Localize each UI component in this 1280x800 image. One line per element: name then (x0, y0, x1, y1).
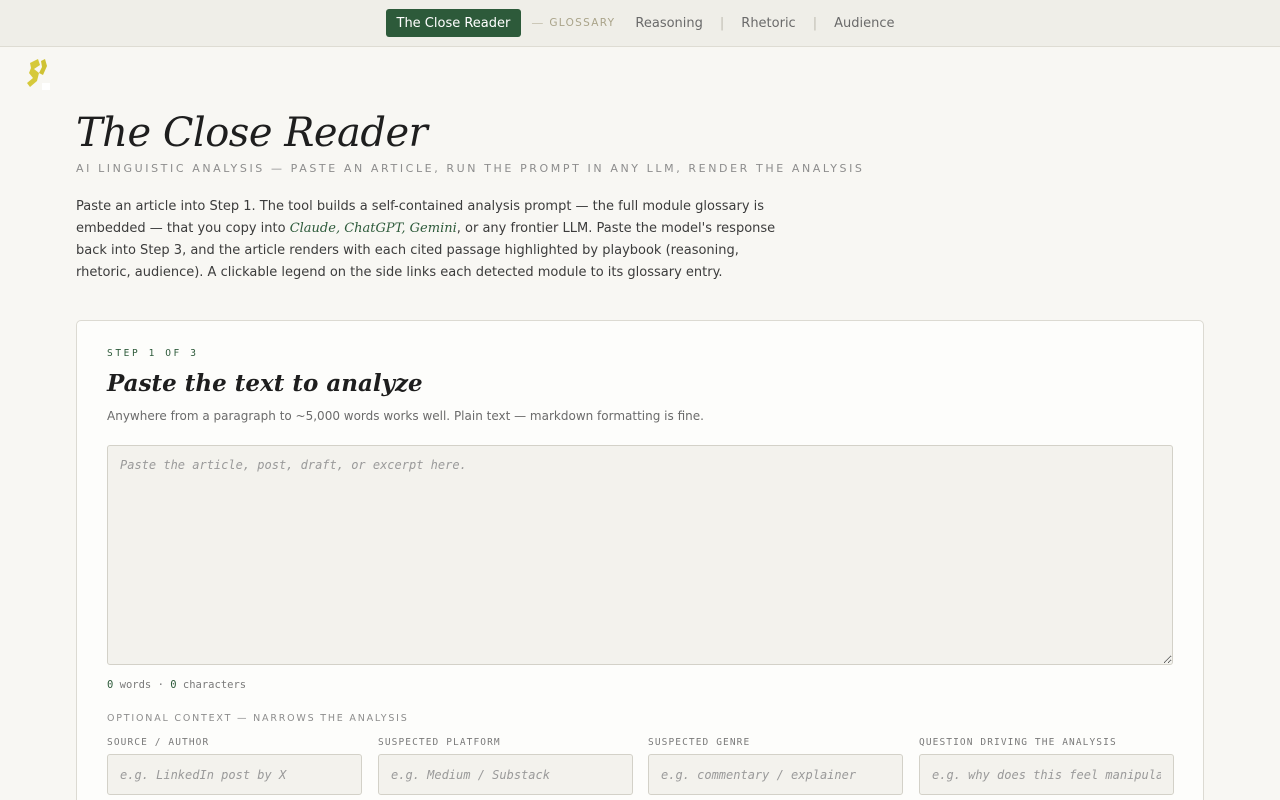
article-textarea[interactable] (107, 445, 1173, 665)
step-label: STEP 1 OF 3 (107, 348, 199, 359)
suspected-platform-input[interactable] (378, 754, 633, 795)
intro-paragraph: Paste an article into Step 1. The tool b… (76, 196, 788, 284)
source-author-input[interactable] (107, 754, 362, 795)
field-label: SUSPECTED GENRE (648, 737, 751, 748)
field-label: SOURCE / AUTHOR (107, 737, 210, 748)
nav-dash: — (531, 16, 544, 30)
step-description: Anywhere from a paragraph to ~5,000 word… (107, 409, 704, 423)
page-subtitle: AI LINGUISTIC ANALYSIS — PASTE AN ARTICL… (76, 162, 865, 175)
page-title: The Close Reader (76, 110, 428, 156)
field-source-author: SOURCE / AUTHOR (107, 737, 362, 795)
field-suspected-platform: SUSPECTED PLATFORM (378, 737, 633, 795)
optional-context-title: OPTIONAL CONTEXT — NARROWS THE ANALYSIS (107, 713, 409, 724)
nav-link-audience[interactable]: Audience (834, 16, 894, 31)
intro-llm-names: Claude, ChatGPT, Gemini (289, 221, 457, 236)
nav-separator: | (812, 15, 818, 31)
suspected-genre-input[interactable] (648, 754, 903, 795)
field-suspected-genre: SUSPECTED GENRE (648, 737, 903, 795)
step-title: Paste the text to analyze (107, 370, 423, 397)
field-driving-question: QUESTION DRIVING THE ANALYSIS (919, 737, 1174, 795)
top-nav: The Close Reader — GLOSSARY Reasoning | … (0, 0, 1280, 47)
driving-question-input[interactable] (919, 754, 1174, 795)
chars-label: characters (176, 679, 247, 691)
nav-separator: | (719, 15, 725, 31)
field-label: SUSPECTED PLATFORM (378, 737, 501, 748)
nav-link-reasoning[interactable]: Reasoning (635, 16, 702, 31)
nav-link-rhetoric[interactable]: Rhetoric (741, 16, 795, 31)
field-label: QUESTION DRIVING THE ANALYSIS (919, 737, 1117, 748)
nav-glossary-label: GLOSSARY (549, 17, 616, 29)
top-nav-inner: The Close Reader — GLOSSARY Reasoning | … (385, 9, 895, 37)
words-label: words · (113, 679, 171, 691)
brand-button[interactable]: The Close Reader (385, 9, 522, 37)
step-card: STEP 1 OF 3 Paste the text to analyze An… (76, 320, 1204, 800)
word-char-count: 0 words · 0 characters (107, 679, 246, 691)
logo-icon[interactable] (24, 57, 52, 91)
